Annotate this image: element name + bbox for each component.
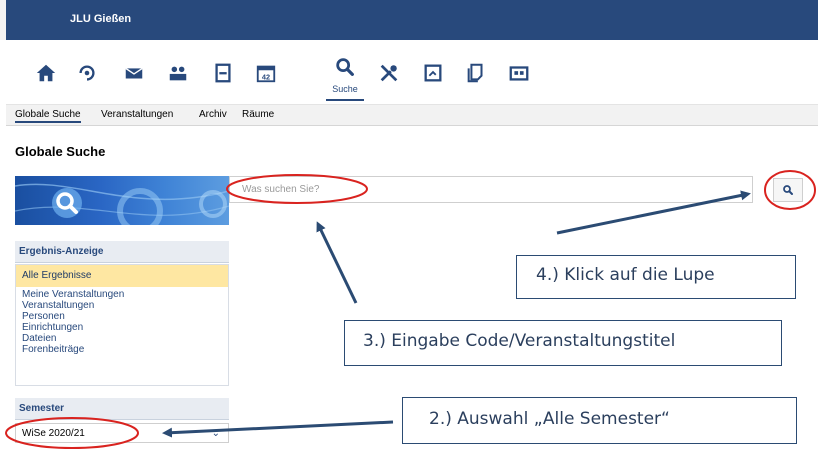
results-filter-list: Alle Ergebnisse Meine Veranstaltungen Ve… [15,264,229,386]
activity-icon[interactable] [74,60,100,86]
filter-courses[interactable]: Veranstaltungen [16,300,228,311]
calendar-icon[interactable]: 42 [253,60,279,86]
filter-institutes[interactable]: Einrichtungen [16,322,228,333]
callout-step-2: 2.) Auswahl „Alle Semester“ [402,397,797,444]
tab-archiv[interactable]: Archiv [199,109,227,120]
documents-icon[interactable] [463,60,489,86]
semester-panel-title: Semester [15,398,229,420]
filter-all-results[interactable]: Alle Ergebnisse [16,265,228,287]
tab-globale-suche[interactable]: Globale Suche [15,109,81,123]
active-nav-indicator [326,99,364,101]
callout-step-3: 3.) Eingabe Code/Veranstaltungstitel [344,320,782,366]
callout-step-2-text: 2.) Auswahl „Alle Semester“ [429,409,670,429]
semester-selected-value: WiSe 2020/21 [22,428,85,439]
top-bar: JLU Gießen [6,0,818,40]
admin-icon[interactable] [420,60,446,86]
filter-persons[interactable]: Personen [16,311,228,322]
callout-step-4: 4.) Klick auf die Lupe [516,255,796,299]
search-button[interactable] [773,178,803,202]
search-banner-image [15,176,229,225]
tab-raeume[interactable]: Räume [242,109,274,120]
mail-icon[interactable] [121,60,147,86]
arrow-step-3 [316,221,358,304]
magnifier-icon [783,185,793,195]
filter-forum-posts[interactable]: Forenbeiträge [16,344,228,355]
callout-step-3-text: 3.) Eingabe Code/Veranstaltungstitel [363,331,676,351]
tab-veranstaltungen[interactable]: Veranstaltungen [101,109,173,120]
rooms-icon[interactable] [506,60,532,86]
search-icon[interactable] [332,54,358,80]
home-icon[interactable] [33,60,59,86]
filter-my-courses[interactable]: Meine Veranstaltungen [16,289,228,300]
profile-icon[interactable] [210,60,236,86]
search-input[interactable] [229,176,753,203]
nav-label-suche[interactable]: Suche [325,84,365,94]
semester-select[interactable]: WiSe 2020/21 ⌄ [15,423,229,443]
icon-navigation: 42 Suche [6,40,818,102]
filter-files[interactable]: Dateien [16,333,228,344]
tools-icon[interactable] [376,60,402,86]
site-name[interactable]: JLU Gießen [70,13,131,25]
results-panel-title: Ergebnis-Anzeige [15,241,229,263]
callout-step-4-text: 4.) Klick auf die Lupe [536,265,715,285]
chevron-down-icon: ⌄ [211,428,220,439]
calendar-number: 42 [262,72,270,81]
page-title: Globale Suche [15,144,106,159]
tab-bar: Globale Suche Veranstaltungen Archiv Räu… [6,104,818,126]
people-icon[interactable] [165,60,191,86]
